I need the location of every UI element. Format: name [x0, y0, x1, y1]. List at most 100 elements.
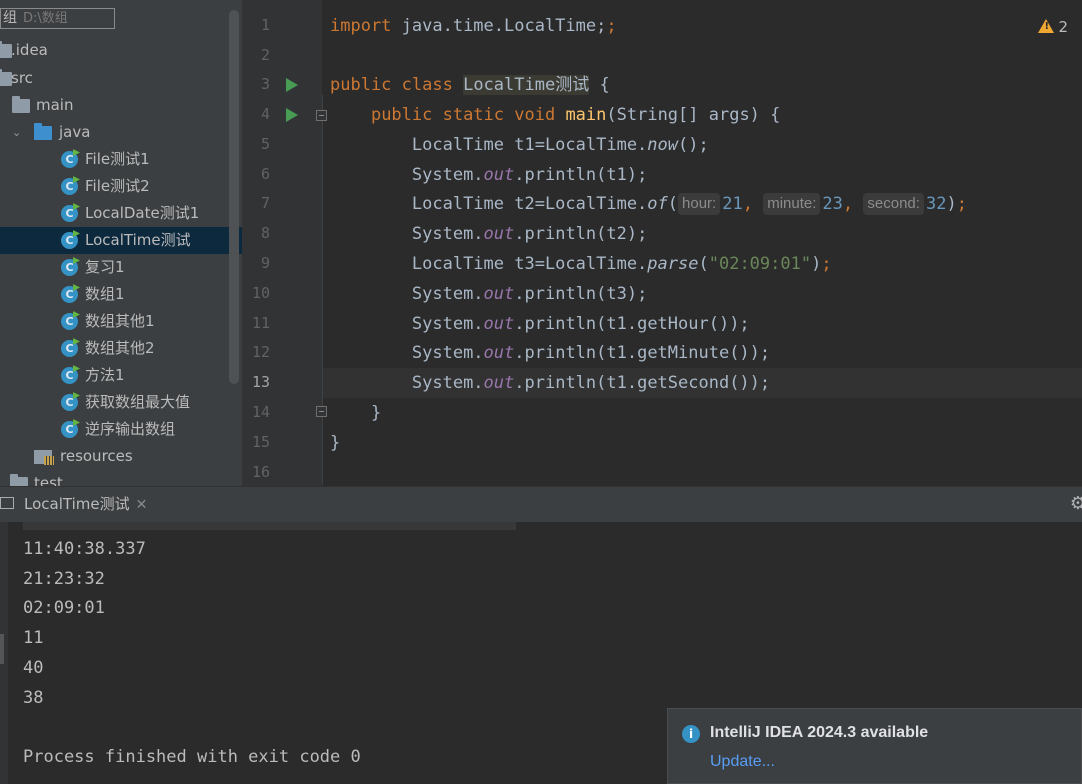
tree-item[interactable]: .idea [0, 37, 229, 64]
console-output-line: 11:40:38.337 [23, 539, 146, 559]
update-link[interactable]: Update... [710, 753, 775, 771]
tree-item-label: 方法1 [85, 366, 125, 384]
java-class-icon: C [61, 259, 78, 276]
project-root[interactable]: 组 D:\数组 [0, 8, 115, 29]
warnings-indicator[interactable]: 2 [1038, 18, 1068, 36]
tree-item[interactable]: C 获取数组最大值 [0, 389, 229, 416]
param-hint-hour: hour: [678, 193, 721, 215]
tree-item-label: .idea [11, 41, 48, 59]
tree-item-label: File测试1 [85, 150, 150, 168]
line-number: 8 [260, 224, 270, 242]
code-line-14: } [370, 403, 382, 423]
tree-item-label: File测试2 [85, 177, 150, 195]
code-line-5: LocalTime t1=LocalTime.now(); [411, 135, 709, 155]
tree-item-label: src [11, 69, 33, 87]
tree-item[interactable]: C 数组其他1 [0, 308, 229, 335]
console-output-line: 40 [23, 658, 44, 678]
code-editor[interactable]: 12345678910111213141516 2 import java.ti… [242, 0, 1082, 486]
fold-end-icon[interactable] [316, 406, 327, 417]
tree-item-label: 逆序输出数组 [85, 420, 176, 438]
code-line-8: System.out.println(t2); [411, 224, 648, 244]
tree-item[interactable]: C 数组1 [0, 281, 229, 308]
line-number: 2 [260, 46, 270, 64]
code-line-3: public class LocalTime测试 { [330, 75, 610, 95]
tree-item-label: 数组其他2 [85, 339, 155, 357]
run-tab-label: LocalTime测试 [24, 495, 130, 513]
code-line-6: System.out.println(t1); [411, 165, 648, 185]
tree-item[interactable]: C 方法1 [0, 362, 229, 389]
java-class-icon: C [61, 394, 78, 411]
run-main-icon[interactable] [286, 108, 298, 122]
code-line-12: System.out.println(t1.getMinute()); [411, 343, 771, 363]
param-hint-second: second: [863, 193, 924, 215]
tree-item-label: main [36, 96, 74, 114]
tree-item-label: LocalTime测试 [85, 231, 191, 249]
code-line-4: public static void main(String[] args) { [370, 105, 781, 125]
java-class-icon: C [61, 205, 78, 222]
line-number: 14 [251, 403, 270, 421]
tree-item[interactable]: main [0, 92, 229, 119]
code-line-11: System.out.println(t1.getHour()); [411, 314, 750, 334]
console-output-line: 38 [23, 688, 44, 708]
code-line-13: System.out.println(t1.getSecond()); [411, 373, 771, 393]
line-number: 12 [251, 343, 270, 361]
tree-item[interactable]: src [0, 65, 229, 92]
code-line-7: LocalTime t2=LocalTime.of(hour: 21, minut… [411, 193, 967, 215]
tree-item[interactable]: test [0, 470, 229, 486]
warning-icon [1038, 19, 1055, 33]
fold-main-icon[interactable] [316, 110, 327, 121]
tree-item-label: 获取数组最大值 [85, 393, 191, 411]
tree-item[interactable]: C 逆序输出数组 [0, 416, 229, 443]
notification-title: IntelliJ IDEA 2024.3 available [710, 724, 929, 741]
tree-item-label: LocalDate测试1 [85, 204, 200, 222]
tree-item[interactable]: C File测试1 [0, 146, 229, 173]
close-icon[interactable]: ✕ [136, 497, 148, 513]
folder-icon [10, 474, 28, 486]
run-tab[interactable]: LocalTime测试 ✕ [0, 487, 147, 522]
gear-icon[interactable]: ⚙ [1070, 493, 1082, 514]
tree-item[interactable]: C 复习1 [0, 254, 229, 281]
console-output-line: 11 [23, 628, 44, 648]
line-number: 3 [260, 75, 270, 93]
fold-guide [322, 95, 323, 485]
code-line-9: LocalTime t3=LocalTime.parse("02:09:01")… [411, 254, 832, 274]
java-class-icon: C [61, 232, 78, 249]
line-number: 16 [251, 463, 270, 481]
chevron-down-icon[interactable]: ⌄ [12, 119, 21, 146]
java-class-icon: C [61, 151, 78, 168]
console-marker [0, 634, 4, 664]
root-name: 组 [3, 10, 17, 26]
tree-item[interactable]: C LocalDate测试1 [0, 200, 229, 227]
folder-icon [12, 96, 30, 113]
code-line-10: System.out.println(t3); [411, 284, 648, 304]
code-line-15: } [330, 433, 341, 453]
tree-item-label: 数组1 [85, 285, 125, 303]
line-number: 11 [251, 314, 270, 332]
line-number: 4 [260, 105, 270, 123]
run-class-icon[interactable] [286, 78, 298, 92]
line-number: 5 [260, 135, 270, 153]
run-tool-header: LocalTime测试 ✕ ⚙ [0, 486, 1082, 522]
console-toolbar [0, 522, 8, 784]
tree-item[interactable]: C 数组其他2 [0, 335, 229, 362]
java-class-icon: C [61, 286, 78, 303]
console-output-line: 21:23:32 [23, 569, 105, 589]
java-class-icon: C [61, 340, 78, 357]
resources-folder-icon [34, 450, 54, 465]
line-number: 1 [260, 16, 270, 34]
param-hint-minute: minute: [763, 193, 821, 215]
warnings-count: 2 [1058, 18, 1068, 36]
project-tool-window: .idea src main ⌄ java C File测试1 C File测试2 C LocalD… [0, 0, 242, 486]
tree-item-label: resources [60, 447, 133, 465]
project-scrollbar[interactable] [229, 10, 239, 384]
root-path: D:\数组 [23, 11, 68, 26]
tree-item[interactable]: C LocalTime测试 [0, 227, 242, 254]
tree-item[interactable]: C File测试2 [0, 173, 229, 200]
update-notification[interactable]: i IntelliJ IDEA 2024.3 available Update.… [667, 708, 1082, 784]
tree-item[interactable]: ⌄ java [0, 119, 229, 146]
console-output-line: 02:09:01 [23, 598, 105, 618]
tree-item[interactable]: resources [0, 443, 229, 470]
exit-message: Process finished with exit code 0 [23, 747, 361, 767]
java-class-icon: C [61, 367, 78, 384]
tree-item-label: 数组其他1 [85, 312, 155, 330]
